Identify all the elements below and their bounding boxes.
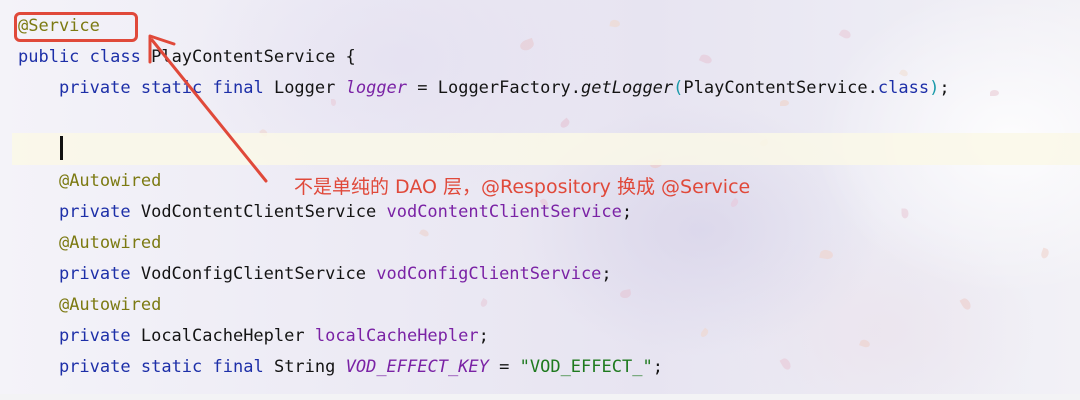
code-token: private [58,326,131,346]
code-token: "VOD_EFFECT_" [519,357,653,377]
petal-decoration [819,248,834,261]
editor-bottom-edge [0,394,1080,400]
code-token: ; [478,326,489,346]
code-token: final [212,357,264,377]
code-editor[interactable]: @Service public class PlayContentService … [0,0,1080,400]
code-token: vodContentClientService [386,202,622,222]
petal-decoration [838,27,853,41]
code-token: class [877,78,930,98]
code-token: ( [673,78,684,98]
code-token: PlayContentService. [683,78,878,98]
code-token: @Autowired [58,295,162,315]
annotation-note: 不是单纯的 DAO 层，@Respository 换成 @Service [294,176,751,198]
code-token: private [58,78,131,98]
petal-decoration [698,52,714,66]
petal-decoration [609,19,621,28]
code-token: LocalCacheHepler [130,326,315,346]
petal-decoration [779,356,793,372]
code-line[interactable]: private VodContentClientService vodConte… [18,198,632,226]
code-token: localCacheHepler [314,326,479,346]
petal-decoration [901,208,909,219]
code-token: = [488,357,520,377]
code-token: @Autowired [58,171,162,191]
code-token: ) [929,78,940,98]
code-line[interactable]: @Autowired [18,229,161,257]
code-token: ; [601,264,612,284]
code-line[interactable]: private VodConfigClientService vodConfig… [18,260,612,288]
code-token: VodContentClientService [130,202,387,222]
code-token: class [89,47,141,67]
code-token: ; [621,202,633,222]
code-token: VOD_EFFECT_KEY [345,357,489,377]
code-line[interactable]: public class PlayContentService { [18,43,356,71]
code-token: public [18,47,80,67]
code-line[interactable]: @Autowired [18,291,161,319]
code-token: getLogger [581,78,674,98]
code-token: logger [345,78,408,98]
petal-decoration [419,228,430,238]
code-token: static [140,357,203,377]
petal-decoration [558,117,572,130]
petal-decoration [699,327,710,339]
petal-decoration [990,90,999,96]
code-token: private [58,357,131,377]
code-token: String [263,357,346,377]
code-token: Logger [263,78,346,98]
service-annotation-highlight-box [14,12,138,42]
code-token: vodConfigClientService [376,264,602,284]
petal-decoration [959,296,973,312]
petal-decoration [479,298,489,308]
code-token: ; [652,357,663,377]
code-token: ; [939,78,950,98]
text-cursor [60,136,63,160]
petal-decoration [859,338,871,349]
code-line[interactable]: private static final String VOD_EFFECT_K… [18,353,663,381]
code-token: static [140,78,203,98]
code-token: private [58,202,131,222]
petal-decoration [1040,247,1050,260]
petal-decoration [518,37,536,53]
code-token: PlayContentService { [140,47,356,67]
code-token: VodConfigClientService [130,264,377,284]
code-token: @Autowired [58,233,162,253]
code-token: private [58,264,131,284]
petal-decoration [619,289,632,299]
code-line[interactable]: @Autowired [18,167,161,195]
code-token: final [212,78,264,98]
code-line[interactable]: private LocalCacheHepler localCacheHeple… [18,322,489,350]
current-line-highlight [12,133,1080,165]
code-token: = LoggerFactory. [407,78,582,98]
code-line[interactable]: private static final Logger logger = Log… [18,74,950,102]
